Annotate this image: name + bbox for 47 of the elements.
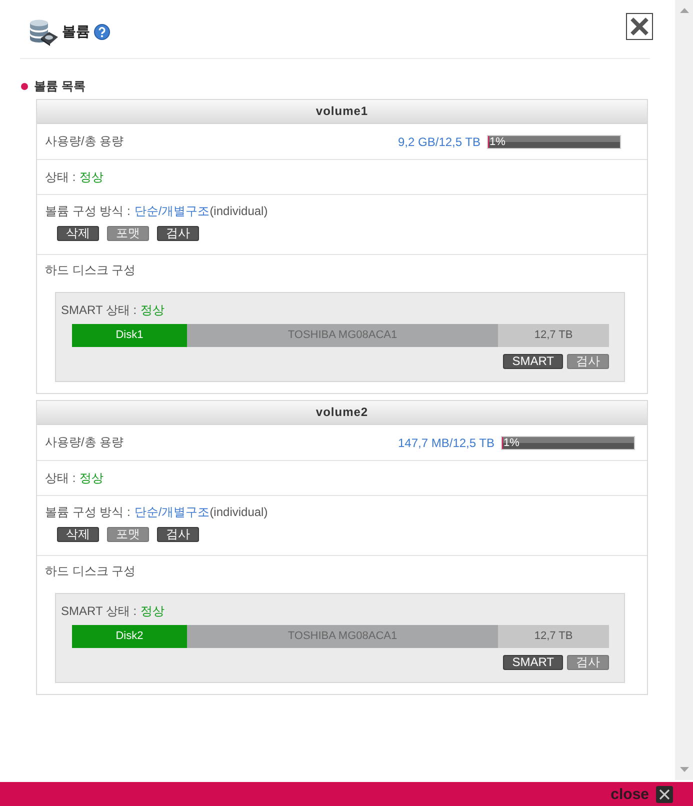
- disk-name: Disk1: [72, 324, 187, 347]
- smart-label: SMART 상태 :: [61, 603, 137, 619]
- usage-percent: 1%: [490, 136, 506, 148]
- config-note: (individual): [210, 203, 268, 219]
- usage-text: 147,7 MB/12,5 TB: [398, 436, 495, 450]
- close-button[interactable]: [626, 13, 653, 40]
- status-label: 상태 :: [45, 168, 76, 186]
- bullet-icon: [21, 82, 28, 90]
- usage-label: 사용량/총 용량: [45, 434, 125, 451]
- status-value: 정상: [80, 168, 104, 186]
- action-button[interactable]: 검사: [157, 527, 199, 542]
- smart-status: 정상: [140, 302, 165, 318]
- status-value: 정상: [80, 470, 104, 486]
- usage-percent: 1%: [504, 436, 520, 448]
- config-type: 단순/개별구조: [134, 203, 210, 219]
- storage-icon: [28, 18, 58, 46]
- close-icon: [630, 17, 649, 36]
- scroll-down-icon[interactable]: [680, 767, 688, 772]
- smart-status: 정상: [140, 603, 165, 619]
- scrollbar[interactable]: [675, 0, 693, 780]
- header-title: 볼륨: [62, 23, 90, 41]
- disk-model: TOSHIBA MG08ACA1: [187, 324, 498, 347]
- disks-label: 하드 디스크 구성: [45, 563, 136, 579]
- disk-model: TOSHIBA MG08ACA1: [187, 625, 498, 648]
- usage-label: 사용량/총 용량: [45, 133, 125, 150]
- config-label: 볼륨 구성 방식 :: [45, 203, 130, 219]
- close-icon: [656, 786, 673, 802]
- volume-header: volume1: [37, 100, 647, 124]
- config-note: (individual): [210, 504, 268, 520]
- action-button[interactable]: SMART: [503, 655, 563, 670]
- config-label: 볼륨 구성 방식 :: [45, 504, 130, 520]
- disk-size: 12,7 TB: [498, 324, 609, 347]
- smart-label: SMART 상태 :: [61, 302, 137, 318]
- volume-header: volume2: [37, 401, 647, 425]
- usage-text: 9,2 GB/12,5 TB: [398, 134, 480, 148]
- action-button[interactable]: SMART: [503, 354, 563, 369]
- status-label: 상태 :: [45, 470, 76, 486]
- scroll-up-icon[interactable]: [680, 8, 688, 13]
- action-button[interactable]: 삭제: [57, 226, 99, 241]
- disk-size: 12,7 TB: [498, 625, 609, 648]
- section-title: 볼륨 목록: [34, 78, 86, 94]
- disk-name: Disk2: [72, 625, 187, 648]
- help-icon[interactable]: [94, 24, 110, 40]
- config-type: 단순/개별구조: [134, 504, 210, 520]
- action-button[interactable]: 삭제: [57, 527, 99, 542]
- action-button[interactable]: 검사: [157, 226, 199, 241]
- disks-label: 하드 디스크 구성: [45, 262, 136, 278]
